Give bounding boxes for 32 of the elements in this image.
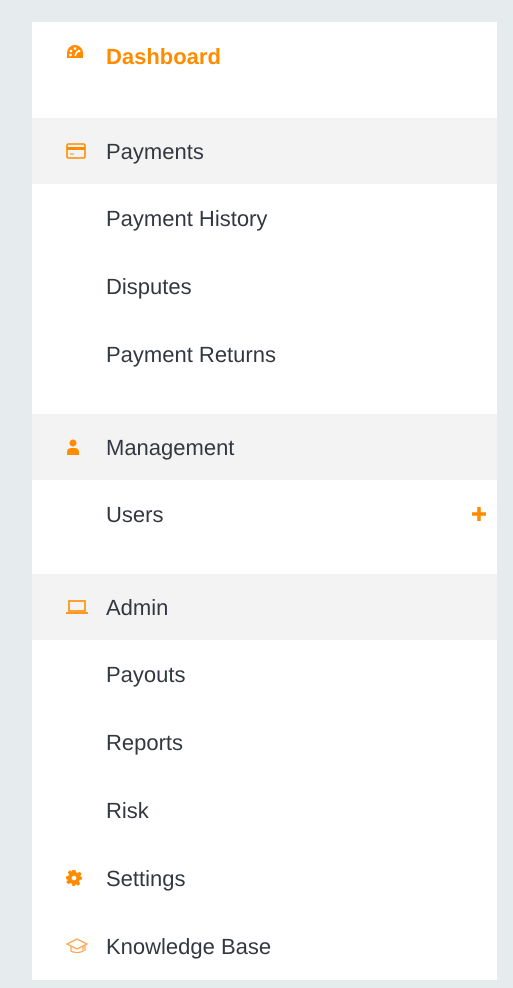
sidebar-item[interactable]: Payment History xyxy=(32,184,497,252)
sidebar-item[interactable]: Payment Returns xyxy=(32,320,497,388)
user-icon xyxy=(66,439,80,455)
settings-icon xyxy=(66,870,82,886)
sidebar-item[interactable]: Knowledge Base xyxy=(32,912,497,980)
sidebar-item[interactable]: Admin xyxy=(32,574,497,640)
item-label: Disputes xyxy=(106,272,193,301)
sidebar-item[interactable]: Settings xyxy=(32,844,497,912)
gauge-icon xyxy=(66,44,84,60)
sidebar-item[interactable]: Management xyxy=(32,414,497,480)
item-label: Payment Returns xyxy=(106,340,277,369)
sidebar-item[interactable]: Risk xyxy=(32,776,497,844)
sidebar-item[interactable]: Payouts xyxy=(32,640,497,708)
item-label: Admin xyxy=(106,594,170,622)
item-label: Payment History xyxy=(106,204,268,233)
item-label: Reports xyxy=(106,728,184,757)
item-label: Knowledge Base xyxy=(106,932,272,961)
sidebar-item[interactable]: Reports xyxy=(32,708,497,776)
item-label: Dashboard xyxy=(106,43,222,71)
credit-card-icon xyxy=(66,143,86,159)
sidebar-item[interactable]: Disputes xyxy=(32,252,497,320)
plus-icon[interactable] xyxy=(471,506,487,522)
item-label: Management xyxy=(106,434,236,462)
sidebar-item[interactable]: Payments xyxy=(32,118,497,184)
item-label: Settings xyxy=(106,864,186,893)
item-label: Users xyxy=(106,500,164,528)
graduation-cap-icon xyxy=(66,938,88,954)
item-label: Risk xyxy=(106,796,150,824)
laptop-icon xyxy=(66,600,88,614)
item-label: Payouts xyxy=(106,660,186,689)
sidebar-item[interactable]: Users xyxy=(32,480,497,548)
item-label: Payments xyxy=(106,138,205,166)
